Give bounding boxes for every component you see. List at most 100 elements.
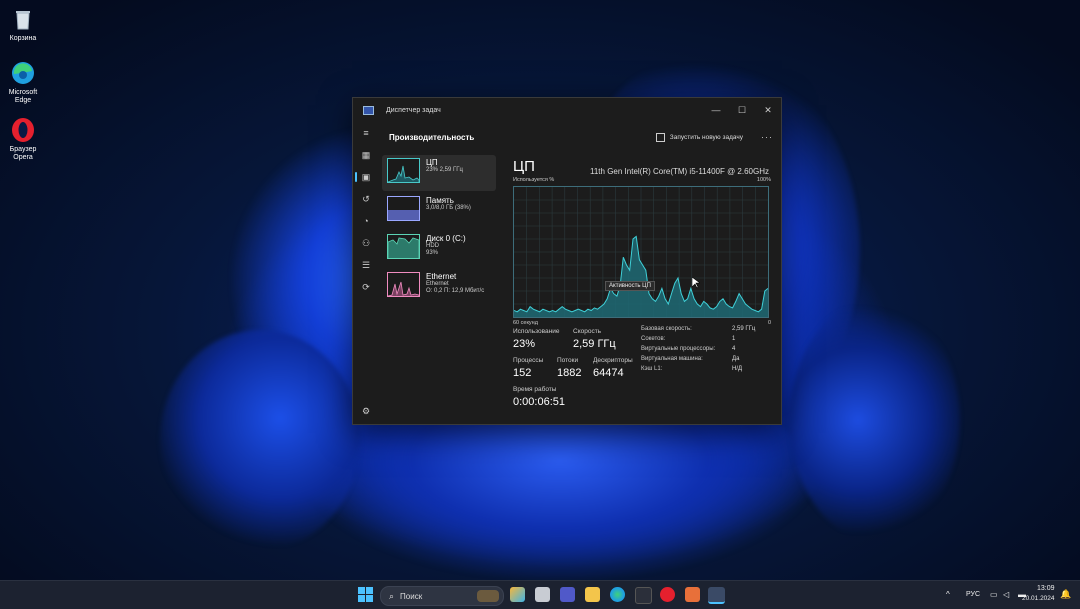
device-name: Ethernet (426, 272, 457, 281)
stat-usage-label: Использование (513, 328, 560, 335)
stat-speed-value: 2,59 ГГц (573, 338, 616, 350)
run-new-task-button[interactable]: Запустить новую задачу (655, 132, 743, 142)
detail-key: Сокетов: (641, 336, 666, 342)
stat-processes-value: 152 (513, 367, 532, 379)
stat-handles-value: 64474 (593, 367, 624, 379)
tray-overflow-icon[interactable]: ^ (946, 590, 950, 599)
taskbar-search[interactable]: ⌕ Поиск (380, 586, 504, 606)
task-view-icon[interactable] (535, 587, 550, 602)
app-taskbar-icon[interactable] (685, 587, 700, 602)
start-button[interactable] (358, 587, 373, 602)
clock-time[interactable]: 13:09 (1037, 585, 1055, 592)
more-options-button[interactable]: ··· (761, 132, 773, 142)
opera-icon (10, 117, 36, 143)
search-highlight-icon (477, 590, 499, 602)
cpu-model: 11th Gen Intel(R) Core(TM) i5-11400F @ 2… (590, 167, 769, 176)
taskbar: ⌕ Поиск ^ РУС ▭ ◁ ▬ 13:09 20.01.2024 🔔 (0, 580, 1080, 609)
edge-taskbar-icon[interactable] (610, 587, 625, 602)
device-name: ЦП (426, 158, 438, 167)
details-icon[interactable]: ☰ (353, 254, 379, 276)
cpu-usage-chart (513, 187, 769, 317)
device-sub: Ethernet (426, 281, 449, 287)
nav-rail: ≡ ▦ ▣ ↺ ◔ ⚇ ☰ ⟳ ⚙ (353, 122, 379, 424)
stat-speed-label: Скорость (573, 328, 602, 335)
detail-key: Кэш L1: (641, 366, 663, 372)
new-task-icon (655, 132, 665, 142)
detail-value: Н/Д (732, 366, 743, 372)
hamburger-icon[interactable]: ≡ (353, 122, 379, 144)
usage-axis-label: Используется % (513, 177, 555, 183)
header-bar: Производительность Запустить новую задач… (389, 122, 773, 152)
store-icon[interactable] (635, 587, 652, 604)
stat-usage-value: 23% (513, 338, 536, 350)
detail-key: Виртуальные процессоры: (641, 346, 716, 352)
widgets-icon[interactable] (510, 587, 525, 602)
edge-icon (10, 60, 36, 86)
minimize-button[interactable]: — (703, 105, 729, 116)
settings-icon[interactable]: ⚙ (353, 400, 379, 422)
task-manager-window: Диспетчер задач — ☐ ✕ ≡ ▦ ▣ ↺ ◔ ⚇ ☰ ⟳ ⚙ … (352, 97, 782, 425)
windows-logo-icon (358, 587, 373, 602)
detail-value: 4 (732, 346, 736, 352)
device-item-disk[interactable]: Диск 0 (C:) HDD 93% (382, 231, 496, 267)
detail-value: 2,59 ГГц (732, 326, 756, 332)
maximize-button[interactable]: ☐ (729, 105, 755, 116)
language-indicator[interactable]: РУС (966, 591, 980, 598)
stat-handles-label: Дескрипторы (593, 357, 633, 364)
volume-icon[interactable]: ◁ (1003, 590, 1009, 599)
mouse-cursor-icon (692, 277, 700, 289)
window-title: Диспетчер задач (386, 106, 441, 114)
device-list: ЦП 23% 2,59 ГГц Память 3,0/8,0 ГБ (38%) Ди… (382, 155, 496, 307)
cpu-thumbnail (387, 158, 420, 183)
memory-thumbnail (387, 196, 420, 221)
stat-processes-label: Процессы (513, 357, 544, 364)
app-history-icon[interactable]: ↺ (353, 188, 379, 210)
disk-thumbnail (387, 234, 420, 259)
device-item-cpu[interactable]: ЦП 23% 2,59 ГГц (382, 155, 496, 191)
network-icon[interactable]: ▭ (990, 590, 998, 599)
desktop-icon-recycle-bin[interactable]: Корзина (4, 6, 42, 43)
performance-icon[interactable]: ▣ (353, 166, 379, 188)
task-manager-taskbar-icon[interactable] (708, 587, 725, 604)
device-sub: HDD (426, 243, 439, 249)
device-sub: 3,0/8,0 ГБ (38%) (426, 205, 471, 211)
cpu-panel: ЦП 11th Gen Intel(R) Core(TM) i5-11400F … (513, 158, 771, 426)
clock-date[interactable]: 20.01.2024 (1022, 595, 1055, 602)
file-explorer-icon[interactable] (585, 587, 600, 602)
desktop-icon-edge[interactable]: Microsoft Edge (4, 60, 42, 105)
notifications-icon[interactable]: 🔔 (1060, 589, 1071, 600)
search-icon: ⌕ (389, 590, 395, 601)
max-axis-label: 100% (756, 177, 771, 183)
device-name: Диск 0 (C:) (426, 234, 466, 243)
device-sub: О: 0,2 П: 12,9 Мбит/с (426, 288, 485, 294)
stat-uptime-label: Время работы (513, 386, 557, 393)
detail-key: Базовая скорость: (641, 326, 692, 332)
desktop-icon-opera[interactable]: Браузер Opera (4, 117, 42, 162)
device-name: Память (426, 196, 454, 205)
services-icon[interactable]: ⟳ (353, 276, 379, 298)
teams-icon[interactable] (560, 587, 575, 602)
desktop-icon-label: Microsoft Edge (8, 89, 38, 104)
opera-taskbar-icon[interactable] (660, 587, 675, 602)
stat-threads-value: 1882 (557, 367, 582, 379)
page-title: Производительность (389, 132, 475, 142)
close-button[interactable]: ✕ (755, 105, 781, 116)
users-icon[interactable]: ⚇ (353, 232, 379, 254)
desktop-icon-label: Корзина (9, 35, 37, 42)
device-item-ethernet[interactable]: Ethernet Ethernet О: 0,2 П: 12,9 Мбит/с (382, 269, 496, 305)
processes-icon[interactable]: ▦ (353, 144, 379, 166)
run-new-task-label: Запустить новую задачу (669, 133, 743, 141)
device-item-memory[interactable]: Память 3,0/8,0 ГБ (38%) (382, 193, 496, 229)
stat-threads-label: Потоки (557, 357, 579, 364)
startup-icon[interactable]: ◔ (353, 210, 379, 232)
cpu-usage-graph: Активность ЦП (513, 186, 769, 318)
device-sub: 23% 2,59 ГГц (426, 167, 463, 173)
detail-value: Да (732, 356, 740, 362)
device-sub: 93% (426, 250, 439, 256)
detail-key: Виртуальная машина: (641, 356, 703, 362)
title-bar[interactable]: Диспетчер задач — ☐ ✕ (353, 98, 781, 122)
desktop-icon-label: Браузер Opera (9, 146, 37, 161)
cpu-stats: Использование 23% Скорость 2,59 ГГц Проц… (513, 326, 771, 426)
stat-uptime-value: 0:00:06:51 (513, 396, 565, 408)
task-manager-app-icon (363, 105, 374, 115)
